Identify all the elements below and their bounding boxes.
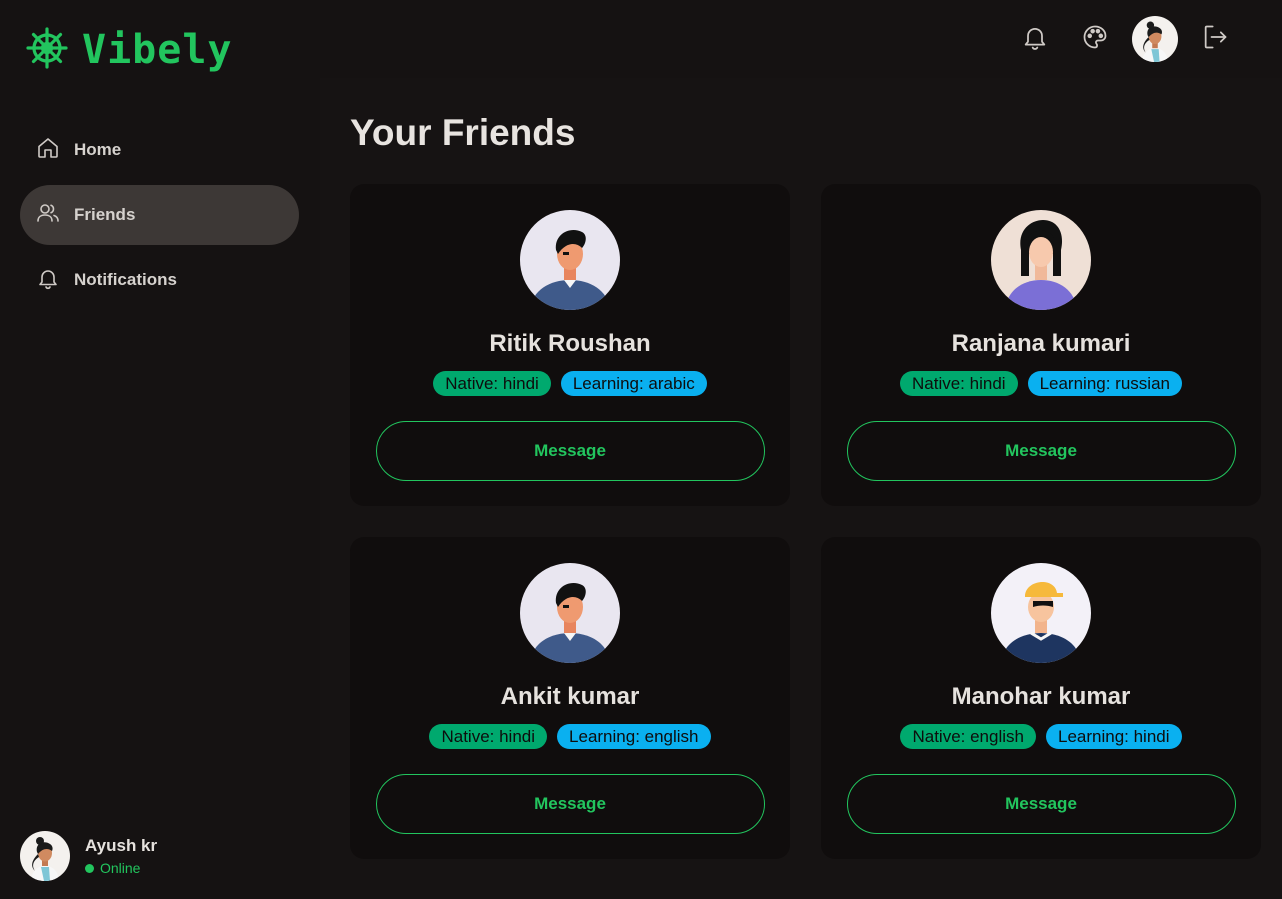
friend-name: Ankit kumar	[500, 683, 640, 710]
friend-name: Manohar kumar	[951, 683, 1131, 710]
friends-grid: Ritik Roushan Native: hindi Learning: ar…	[350, 184, 1261, 859]
logout-icon	[1201, 23, 1229, 56]
current-user[interactable]: Ayush kr Online	[20, 831, 157, 881]
friend-name: Ranjana kumari	[951, 330, 1131, 357]
native-language-badge: Native: english	[900, 724, 1036, 749]
bell-icon	[36, 266, 60, 295]
topbar	[320, 0, 1282, 78]
learning-language-badge: Learning: hindi	[1045, 724, 1182, 749]
ship-wheel-icon	[26, 26, 68, 74]
language-tags: Native: hindi Learning: arabic	[433, 371, 707, 396]
brand-name: Vibely	[82, 27, 233, 73]
app-root: Vibely Home Friends Notifications Ayush …	[0, 0, 1282, 899]
avatar	[20, 831, 70, 881]
main-content: Your Friends Ritik Roushan Native: hindi…	[320, 78, 1282, 899]
message-button[interactable]: Message	[375, 421, 765, 481]
avatar	[520, 563, 620, 663]
language-tags: Native: english Learning: hindi	[900, 724, 1182, 749]
friend-card: Ankit kumar Native: hindi Learning: engl…	[350, 537, 790, 859]
profile-avatar[interactable]	[1132, 16, 1178, 62]
learning-language-badge: Learning: arabic	[560, 371, 707, 396]
sidebar-item-label: Home	[74, 140, 122, 159]
native-language-badge: Native: hindi	[429, 724, 548, 749]
status-badge: Online	[85, 860, 157, 876]
sidebar-item-friends[interactable]: Friends	[20, 185, 299, 245]
online-dot-icon	[85, 863, 94, 873]
home-icon	[36, 136, 60, 165]
friend-card: Ritik Roushan Native: hindi Learning: ar…	[350, 184, 790, 506]
sidebar-item-label: Notifications	[74, 270, 177, 289]
language-tags: Native: hindi Learning: english	[429, 724, 711, 749]
message-button[interactable]: Message	[375, 774, 765, 834]
sidebar: Vibely Home Friends Notifications Ayush …	[0, 0, 320, 899]
avatar	[991, 210, 1091, 310]
user-name: Ayush kr	[85, 836, 158, 855]
sidebar-item-label: Friends	[74, 205, 136, 224]
user-status-text: Online	[100, 860, 141, 876]
page-title: Your Friends	[350, 112, 576, 153]
logout-button[interactable]	[1192, 16, 1238, 62]
theme-button[interactable]	[1072, 16, 1118, 62]
learning-language-badge: Learning: russian	[1027, 371, 1182, 396]
learning-language-badge: Learning: english	[557, 724, 711, 749]
notifications-button[interactable]	[1012, 16, 1058, 62]
friend-card: Ranjana kumari Native: hindi Learning: r…	[821, 184, 1261, 506]
sidebar-item-home[interactable]: Home	[20, 120, 299, 180]
topbar-actions	[998, 16, 1238, 62]
message-button[interactable]: Message	[846, 421, 1236, 481]
native-language-badge: Native: hindi	[433, 371, 551, 396]
users-icon	[36, 201, 60, 230]
avatar	[991, 563, 1091, 663]
native-language-badge: Native: hindi	[900, 371, 1018, 396]
avatar	[520, 210, 620, 310]
brand[interactable]: Vibely	[26, 26, 233, 74]
bell-icon	[1021, 23, 1049, 56]
friend-name: Ritik Roushan	[489, 330, 651, 357]
message-button[interactable]: Message	[846, 774, 1236, 834]
sidebar-nav: Home Friends Notifications	[20, 120, 299, 315]
sidebar-item-notifications[interactable]: Notifications	[20, 250, 299, 310]
palette-icon	[1081, 23, 1109, 56]
language-tags: Native: hindi Learning: russian	[900, 371, 1182, 396]
friend-card: Manohar kumar Native: english Learning: …	[821, 537, 1261, 859]
